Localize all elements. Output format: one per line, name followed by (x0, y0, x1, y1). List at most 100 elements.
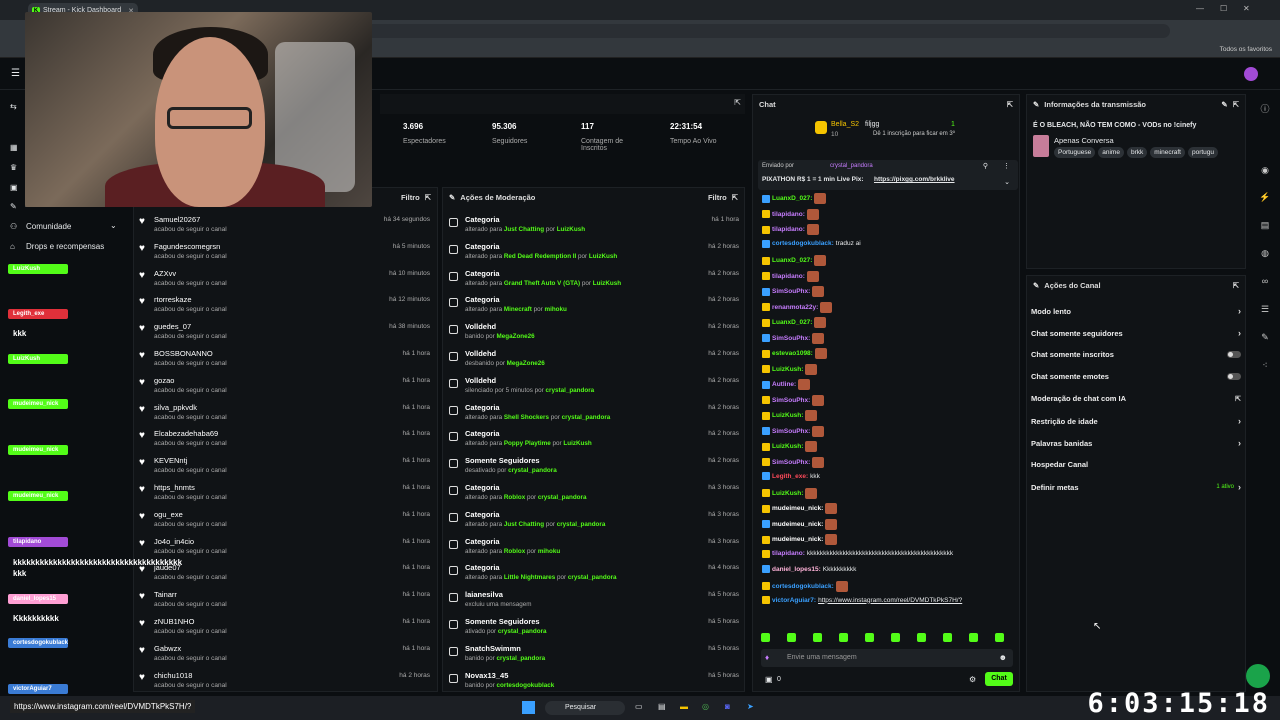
detail-object[interactable]: Shell Shockers (504, 414, 549, 421)
chat-message[interactable]: mudeimeu_nick: (762, 518, 838, 530)
detail-moderator[interactable]: mihoku (538, 548, 560, 555)
chevron-right-icon[interactable]: › (1238, 438, 1241, 448)
chat-username[interactable]: SimSouPhx: (772, 335, 810, 342)
emote-picker-icon[interactable] (839, 633, 848, 642)
detail-object[interactable]: Red Dead Redemption II (504, 253, 576, 260)
detail-moderator[interactable]: crystal_pandora (538, 494, 587, 501)
chat-message[interactable]: mudeimeu_nick: (762, 534, 838, 545)
taskview-icon[interactable]: ▭ (635, 702, 643, 711)
chat-username[interactable]: LuizKush: (772, 366, 803, 373)
feed-row[interactable]: ♥ silva_ppkvdk acabou de seguir o canal há … (134, 401, 434, 427)
mod-filter[interactable]: Filtro (708, 193, 727, 202)
chat-message[interactable]: estevao1098: (762, 348, 827, 359)
folder-icon[interactable]: ▬ (680, 702, 688, 711)
chat-username[interactable]: LuanxD_027: (772, 319, 812, 326)
feed-filter[interactable]: Filtro (401, 193, 420, 202)
stream-category[interactable]: Apenas Conversa (1054, 136, 1114, 145)
popout-icon[interactable]: ⇱ (1233, 100, 1239, 109)
feed-username[interactable]: Fagundescomegrsn (154, 242, 220, 251)
feed-row[interactable]: ♥ gozao acabou de seguir o canal há 1 hora (134, 374, 434, 400)
menu-icon[interactable]: ☰ (11, 68, 20, 79)
feed-row[interactable]: ♥ guedes_07 acabou de seguir o canal há 38 … (134, 320, 434, 346)
feed-row[interactable]: ♥ Gabwzx acabou de seguir o canal há 1 hora (134, 642, 434, 668)
chat-text[interactable]: https://www.instagram.com/reel/DVMDTkPkS… (818, 597, 962, 604)
link-icon[interactable]: ∞ (1258, 276, 1272, 290)
popout-icon[interactable]: ⇱ (734, 98, 741, 107)
chat-username[interactable]: LuanxD_027: (772, 195, 812, 202)
mod-row[interactable]: Categoria alterado para Grand Theft Auto … (443, 267, 743, 293)
channel-action[interactable]: Restrição de idade › (1031, 416, 1241, 426)
detail-object[interactable]: Little Nightmares (504, 574, 555, 581)
send-chat-button[interactable]: Chat (985, 672, 1013, 686)
drops-nav[interactable]: Drops e recompensas (26, 242, 104, 251)
chat-input[interactable]: ♦ Envie uma mensagem ☻ (761, 649, 1013, 667)
chat-username[interactable]: Legith_exe: (772, 473, 808, 480)
feed-username[interactable]: AZXvv (154, 269, 176, 278)
chat-username[interactable]: daniel_lopes15: (772, 566, 821, 573)
detail-object[interactable]: Roblox (504, 548, 525, 555)
chat-username[interactable]: LuizKush: (772, 412, 803, 419)
detail-object[interactable]: Just Chatting (504, 226, 544, 233)
feed-username[interactable]: Jo4o_in4cio (154, 537, 194, 546)
pin-icon[interactable]: ⚲ (983, 162, 988, 170)
mod-row[interactable]: laianesilva excluiu uma mensagem há 5 hora… (443, 588, 743, 614)
feed-row[interactable]: ♥ rtorreskaze acabou de seguir o canal há 1… (134, 293, 434, 319)
camera-icon[interactable]: ◉ (1258, 165, 1272, 179)
feed-row[interactable]: ♥ https_hnmts acabou de seguir o canal há 1… (134, 481, 434, 507)
detail-moderator[interactable]: LuizKush (589, 253, 617, 260)
chat-message[interactable]: LuanxD_027: (762, 193, 827, 204)
detail-object[interactable]: crystal_pandora (546, 387, 595, 394)
chevron-down-icon[interactable]: ⌄ (110, 221, 117, 230)
feed-username[interactable]: Gabwzx (154, 644, 181, 653)
feed-username[interactable]: guedes_07 (154, 322, 191, 331)
chat-username[interactable]: mudeimeu_nick: (772, 536, 823, 543)
list-icon[interactable]: ☰ (1258, 304, 1272, 318)
chat-username[interactable]: tilapidano: (772, 211, 805, 218)
feed-username[interactable]: rtorreskaze (154, 295, 192, 304)
popout-icon[interactable]: ⇱ (1007, 100, 1013, 109)
mod-row[interactable]: Categoria alterado para Just Chatting por… (443, 213, 743, 239)
window-close-icon[interactable]: ✕ (1243, 4, 1250, 13)
telegram-icon[interactable]: ➤ (747, 702, 754, 711)
emote-picker-icon[interactable] (943, 633, 952, 642)
detail-moderator[interactable]: crystal_pandora (557, 521, 606, 528)
mod-row[interactable]: Somente Seguidores ativado por crystal_pa… (443, 615, 743, 641)
chat-message[interactable]: SimSouPhx: (762, 332, 825, 344)
feed-row[interactable]: ♥ KEVENntj acabou de seguir o canal há 1 ho… (134, 454, 434, 480)
chrome-icon[interactable]: ◎ (702, 702, 709, 711)
chat-username[interactable]: SimSouPhx: (772, 428, 810, 435)
emote-picker-icon[interactable] (995, 633, 1004, 642)
detail-moderator[interactable]: LuizKush (563, 440, 591, 447)
chat-message[interactable]: LuizKush: (762, 363, 818, 375)
channel-action[interactable]: Chat somente seguidores › (1031, 328, 1241, 338)
bookmarks-label[interactable]: Todos os favoritos (1220, 46, 1272, 53)
files-icon[interactable]: ▤ (658, 702, 666, 711)
feed-username[interactable]: Elcabezadehaba69 (154, 429, 218, 438)
chat-message[interactable]: LuizKush: (762, 487, 818, 499)
chat-username[interactable]: SimSouPhx: (772, 288, 810, 295)
stream-tag[interactable]: portugu (1187, 147, 1219, 158)
chat-username[interactable]: tilapidano: (772, 226, 805, 233)
edit-icon[interactable]: ✎ (1221, 100, 1227, 109)
feed-row[interactable]: ♥ Samuel20267 acabou de seguir o canal há 3… (134, 213, 434, 239)
dashboard-icon[interactable]: ⇆ (10, 102, 17, 111)
stream-tag[interactable]: Portuguese (1054, 147, 1096, 158)
calendar-icon[interactable]: ▦ (10, 143, 18, 152)
mod-row[interactable]: Volldehd desbanido por MegaZone26 há 2 hor… (443, 347, 743, 373)
chat-message[interactable]: LuanxD_027: (762, 317, 827, 328)
gift-icon[interactable]: ▣ (765, 675, 773, 684)
mod-row[interactable]: Categoria alterado para Shell Shockers po… (443, 401, 743, 427)
chat-message[interactable]: cortesdogokublack: traduz ai (762, 239, 861, 248)
mod-row[interactable]: Categoria alterado para Just Chatting por… (443, 508, 743, 534)
feed-username[interactable]: zNUB1NHO (154, 617, 194, 626)
emote-picker-icon[interactable] (891, 633, 900, 642)
chat-username[interactable]: cortesdogokublack: (772, 240, 834, 247)
chat-message[interactable]: LuizKush: (762, 410, 818, 421)
wrench-icon[interactable]: ✎ (10, 202, 17, 211)
external-link-icon[interactable]: ⇱ (1235, 395, 1241, 403)
popout-icon[interactable]: ⇱ (1233, 281, 1239, 290)
chat-username[interactable]: SimSouPhx: (772, 459, 810, 466)
settings-icon[interactable]: ⚙ (969, 675, 976, 684)
detail-object[interactable]: Poppy Playtime (504, 440, 551, 447)
feed-username[interactable]: Tainarr (154, 590, 177, 599)
